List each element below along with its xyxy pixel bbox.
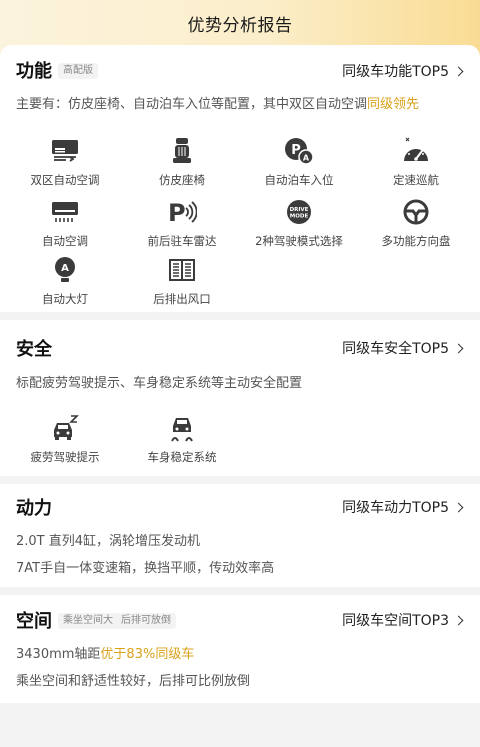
dual-zone-ac-icon [50, 137, 80, 165]
fatigue-alert-icon [50, 414, 80, 442]
space-top3-label: 同级车空间TOP3 [342, 613, 449, 629]
chevron-right-icon [453, 615, 464, 625]
chevron-right-icon [453, 502, 464, 512]
rear-vent-icon [167, 256, 197, 284]
seat-icon [167, 137, 197, 165]
function-top5-label: 同级车功能TOP5 [342, 64, 449, 80]
section-title-space: 空间 [16, 611, 52, 632]
auto-parking-icon: PA [284, 137, 314, 165]
feature-label: 后排出风口 [153, 292, 211, 306]
function-top5-link[interactable]: 同级车功能TOP5 [342, 61, 464, 81]
svg-text:P: P [168, 199, 186, 225]
svg-text:A: A [61, 263, 69, 274]
feature-cruise-control[interactable]: 定速巡航 [356, 137, 476, 188]
feature-dual-zone-ac[interactable]: 双区自动空调 [5, 137, 125, 188]
power-section: 动力 同级车动力TOP5 2.0T 直列4缸，涡轮增压发动机 7AT手自一体变速… [0, 484, 480, 587]
power-engine-text: 2.0T 直列4缸，涡轮增压发动机 [16, 534, 201, 549]
function-description: 主要有：仿皮座椅、自动泊车入位等配置，其中双区自动空调同级领先 [16, 93, 419, 112]
feature-fatigue-alert[interactable]: 疲劳驾驶提示 [5, 414, 125, 465]
feature-label: 仿皮座椅 [159, 173, 205, 187]
safety-section: 安全 同级车安全TOP5 标配疲劳驾驶提示、车身稳定系统等主动安全配置 疲劳驾驶… [0, 320, 480, 476]
stability-control-icon [167, 414, 197, 442]
feature-drive-mode[interactable]: DRIVE MODE 2种驾驶模式选择 [239, 198, 359, 249]
auto-headlight-icon: A [50, 256, 80, 284]
safety-top5-label: 同级车安全TOP5 [342, 341, 449, 357]
chevron-right-icon [453, 343, 464, 353]
section-title-function: 功能 [16, 61, 52, 82]
space-section: 空间 乘坐空间大 后排可放倒 同级车空间TOP3 3430mm轴距优于83%同级… [0, 595, 480, 703]
page-title: 优势分析报告 [187, 16, 293, 36]
feature-label: 定速巡航 [393, 173, 439, 187]
function-desc-highlight: 同级领先 [367, 97, 420, 112]
safety-top5-link[interactable]: 同级车安全TOP5 [342, 338, 464, 358]
feature-auto-headlight[interactable]: A 自动大灯 [5, 256, 125, 307]
function-desc-main: 主要有：仿皮座椅、自动泊车入位等配置，其中双区自动空调 [16, 97, 368, 112]
drive-mode-icon: DRIVE MODE [284, 198, 314, 226]
space-badge: 乘坐空间大 [58, 613, 118, 629]
svg-text:A: A [303, 154, 310, 163]
svg-text:DRIVE: DRIVE [290, 207, 309, 213]
feature-parking-radar[interactable]: P 前后驻车雷达 [122, 198, 242, 249]
chevron-right-icon [453, 66, 464, 76]
feature-rear-vent[interactable]: 后排出风口 [122, 256, 242, 307]
feature-label: 2种驾驶模式选择 [255, 234, 343, 248]
trim-badge: 高配版 [58, 63, 98, 79]
feature-steering-wheel[interactable]: 多功能方向盘 [356, 198, 476, 249]
auto-ac-icon [50, 198, 80, 226]
feature-label: 多功能方向盘 [381, 234, 451, 248]
section-title-safety: 安全 [16, 339, 52, 360]
power-transmission-text: 7AT手自一体变速箱，换挡平顺，传动效率高 [16, 561, 275, 576]
feature-label: 车身稳定系统 [147, 450, 217, 464]
space-wheelbase-main: 3430mm轴距 [16, 647, 101, 662]
feature-auto-parking[interactable]: PA 自动泊车入位 [239, 137, 359, 188]
power-top5-link[interactable]: 同级车动力TOP5 [342, 497, 464, 517]
space-comfort-text: 乘坐空间和舒适性较好，后排可比例放倒 [16, 674, 251, 689]
cruise-control-icon [401, 137, 431, 165]
space-wheelbase-highlight: 优于83%同级车 [100, 647, 195, 662]
feature-label: 前后驻车雷达 [147, 234, 217, 248]
feature-label: 自动大灯 [42, 292, 88, 306]
section-title-power: 动力 [16, 498, 52, 519]
space-top3-link[interactable]: 同级车空间TOP3 [342, 610, 464, 630]
feature-auto-ac[interactable]: 自动空调 [5, 198, 125, 249]
feature-label: 自动泊车入位 [264, 173, 334, 187]
feature-label: 自动空调 [42, 234, 88, 248]
safety-description: 标配疲劳驾驶提示、车身稳定系统等主动安全配置 [16, 376, 303, 391]
space-wheelbase-text: 3430mm轴距优于83%同级车 [16, 643, 194, 662]
power-top5-label: 同级车动力TOP5 [342, 500, 449, 516]
steering-wheel-icon [401, 198, 431, 226]
feature-label: 疲劳驾驶提示 [30, 450, 100, 464]
rear-fold-badge: 后排可放倒 [116, 613, 176, 629]
function-section: 功能 高配版 同级车功能TOP5 主要有：仿皮座椅、自动泊车入位等配置，其中双区… [0, 45, 480, 312]
svg-text:MODE: MODE [290, 214, 309, 220]
feature-label: 双区自动空调 [30, 173, 100, 187]
feature-stability-control[interactable]: 车身稳定系统 [122, 414, 242, 465]
feature-seat[interactable]: 仿皮座椅 [122, 137, 242, 188]
parking-radar-icon: P [167, 198, 197, 226]
